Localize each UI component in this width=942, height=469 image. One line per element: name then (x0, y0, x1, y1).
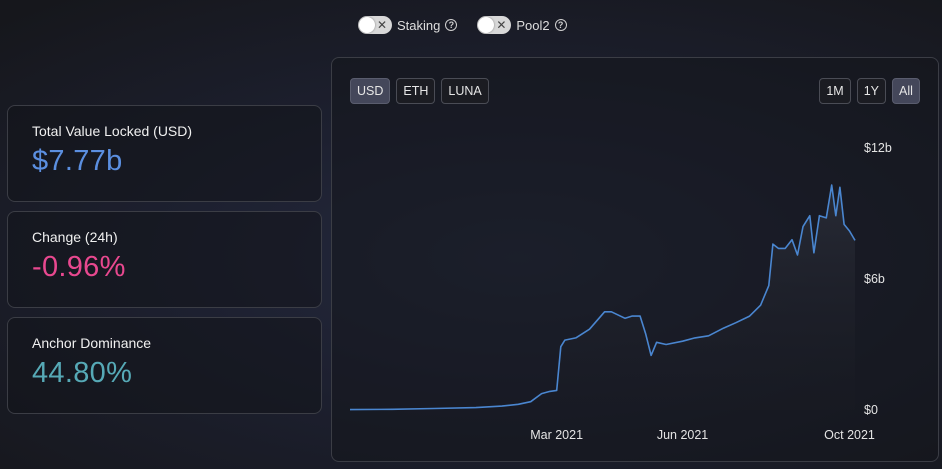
tvl-label: Total Value Locked (USD) (32, 123, 193, 139)
x-tick-label: Mar 2021 (530, 428, 583, 442)
pool2-toggle[interactable]: ✕ Pool2 ? (477, 16, 567, 34)
help-icon[interactable]: ? (445, 19, 458, 31)
close-icon: ✕ (496, 18, 507, 32)
dominance-card: Anchor Dominance 44.80% (7, 317, 322, 414)
dominance-value: 44.80% (32, 357, 133, 389)
tvl-area (350, 185, 855, 410)
tvl-card: Total Value Locked (USD) $7.77b (7, 105, 322, 202)
y-tick-label: $6b (864, 272, 885, 286)
dominance-label: Anchor Dominance (32, 335, 152, 351)
x-axis: Mar 2021 Jun 2021 Oct 2021 (530, 428, 875, 442)
y-axis: $12b $6b $0 (864, 141, 892, 417)
chart-panel: USD ETH LUNA 1M 1Y All $12b $6b $0 Mar 202… (331, 57, 939, 462)
help-icon[interactable]: ? (554, 19, 567, 31)
staking-toggle[interactable]: ✕ Staking ? (358, 16, 458, 34)
x-tick-label: Jun 2021 (657, 428, 708, 442)
y-tick-label: $12b (864, 141, 892, 155)
y-tick-label: $0 (864, 403, 878, 417)
switch-knob (478, 17, 495, 33)
pool2-switch[interactable]: ✕ (477, 16, 512, 34)
tvl-value: $7.77b (32, 145, 123, 177)
toggle-row: ✕ Staking ? ✕ Pool2 ? (358, 16, 567, 34)
tvl-chart[interactable]: $12b $6b $0 Mar 2021 Jun 2021 Oct 2021 (332, 58, 938, 461)
change-value: -0.96% (32, 251, 126, 283)
x-tick-label: Oct 2021 (824, 428, 875, 442)
change-label: Change (24h) (32, 229, 118, 245)
close-icon: ✕ (376, 18, 387, 32)
pool2-label: Pool2 (516, 17, 550, 33)
staking-label: Staking (397, 17, 441, 33)
change-card: Change (24h) -0.96% (7, 211, 322, 308)
staking-switch[interactable]: ✕ (358, 16, 392, 34)
switch-knob (359, 17, 375, 33)
